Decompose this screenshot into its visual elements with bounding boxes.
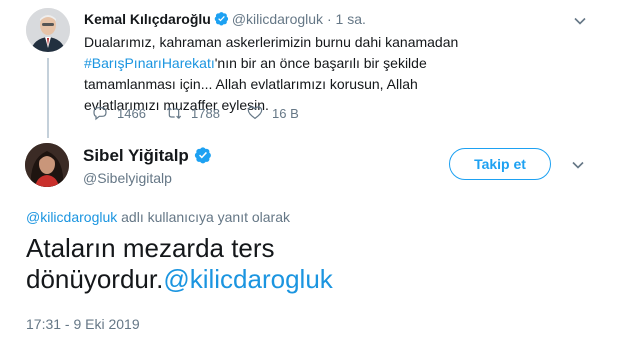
reply-to-suffix: adlı kullanıcıya yanıt olarak bbox=[117, 209, 291, 225]
reply-button[interactable]: 1466 bbox=[92, 104, 146, 122]
main-tweet-timestamp[interactable]: 17:31 - 9 Eki 2019 bbox=[26, 316, 140, 332]
retweet-count: 1788 bbox=[191, 105, 220, 121]
replying-to-line: @kilicdarogluk adlı kullanıcıya yanıt ol… bbox=[26, 209, 290, 225]
verified-badge-icon bbox=[214, 12, 228, 26]
chevron-down-icon[interactable] bbox=[571, 158, 585, 172]
reply-to-handle-link[interactable]: @kilicdarogluk bbox=[26, 209, 117, 225]
like-count: 16 B bbox=[272, 105, 299, 121]
parent-avatar[interactable] bbox=[26, 8, 70, 52]
parent-timestamp[interactable]: 1 sa. bbox=[336, 11, 366, 27]
retweet-icon bbox=[166, 107, 182, 119]
reply-count: 1466 bbox=[117, 105, 146, 121]
hashtag-link[interactable]: #BarışPınarıHarekatı bbox=[84, 55, 215, 71]
main-tweet-text: Ataların mezarda ters dönüyordur.@kilicd… bbox=[26, 233, 546, 295]
header-separator: · bbox=[326, 11, 332, 27]
parent-avatar-image bbox=[26, 8, 70, 52]
reply-icon bbox=[93, 107, 107, 121]
chevron-down-icon[interactable] bbox=[573, 14, 587, 28]
retweet-button[interactable]: 1788 bbox=[166, 104, 220, 122]
parent-text-part1: Dualarımız, kahraman askerlerimizin burn… bbox=[84, 34, 459, 50]
verified-badge-icon bbox=[194, 147, 211, 164]
main-author-name[interactable]: Sibel Yiğitalp bbox=[83, 146, 189, 165]
thread-connector-line bbox=[47, 58, 49, 138]
main-avatar[interactable] bbox=[25, 143, 69, 187]
like-button[interactable]: 16 B bbox=[247, 104, 299, 122]
main-author-name-row: Sibel Yiğitalp bbox=[83, 146, 215, 166]
main-avatar-image bbox=[25, 143, 69, 187]
heart-icon bbox=[247, 106, 263, 120]
parent-tweet-header: Kemal Kılıçdaroğlu @kilicdarogluk · 1 sa. bbox=[84, 11, 366, 27]
follow-button[interactable]: Takip et bbox=[449, 148, 551, 180]
main-handle[interactable]: @Sibelyigitalp bbox=[83, 170, 172, 186]
mention-link[interactable]: @kilicdarogluk bbox=[163, 264, 332, 294]
parent-author-name[interactable]: Kemal Kılıçdaroğlu bbox=[84, 11, 211, 27]
parent-handle[interactable]: @kilicdarogluk bbox=[232, 11, 323, 27]
parent-tweet: Kemal Kılıçdaroğlu @kilicdarogluk · 1 sa.… bbox=[0, 0, 618, 138]
